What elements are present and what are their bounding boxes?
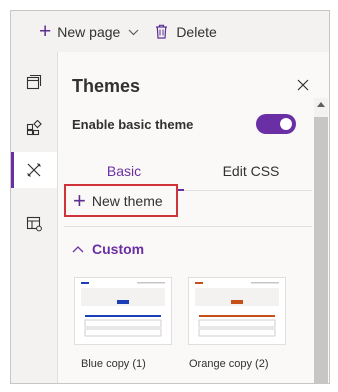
- tab-edit-css[interactable]: Edit CSS: [190, 152, 312, 190]
- plus-icon: +: [73, 187, 86, 213]
- left-rail: [11, 52, 58, 383]
- command-bar: + New page Delete: [11, 11, 329, 53]
- new-page-button[interactable]: + New page: [39, 11, 139, 52]
- custom-section-label: Custom: [92, 241, 145, 257]
- divider: [64, 226, 312, 227]
- theme-thumbnail: [75, 278, 171, 344]
- themes-panel: Themes Enable basic theme Basic Edit CSS…: [58, 52, 329, 383]
- scroll-up-arrow-icon[interactable]: [317, 102, 325, 107]
- theme-name-blue-copy: Blue copy (1): [81, 358, 146, 370]
- chevron-down-icon[interactable]: [128, 25, 139, 39]
- pages-icon: [26, 74, 42, 90]
- enable-basic-theme-toggle[interactable]: [256, 114, 296, 134]
- theme-name-orange-copy: Orange copy (2): [189, 358, 269, 370]
- rail-item-themes[interactable]: [11, 152, 57, 188]
- theme-card-orange-copy[interactable]: [188, 277, 286, 345]
- scrollbar-thumb[interactable]: [314, 117, 328, 383]
- new-theme-button[interactable]: + New theme: [64, 184, 178, 217]
- plus-icon: +: [39, 20, 52, 43]
- rail-item-components[interactable]: [11, 110, 57, 146]
- theme-card-blue-copy[interactable]: [74, 277, 172, 345]
- themes-icon: [27, 163, 41, 177]
- delete-label: Delete: [176, 23, 217, 40]
- toggle-knob: [280, 118, 292, 130]
- new-page-label: New page: [57, 23, 121, 40]
- templates-icon: [26, 216, 42, 232]
- delete-button[interactable]: Delete: [155, 11, 217, 52]
- rail-item-templates[interactable]: [11, 206, 57, 242]
- close-icon[interactable]: [295, 77, 311, 93]
- theme-thumbnail: [189, 278, 285, 344]
- chevron-up-icon: [72, 246, 84, 253]
- custom-section-header[interactable]: Custom: [72, 241, 144, 257]
- new-theme-label: New theme: [91, 192, 163, 209]
- vertical-scrollbar[interactable]: [314, 98, 328, 383]
- rail-item-pages[interactable]: [11, 64, 57, 100]
- themes-window: + New page Delete Themes Enable basic th…: [10, 10, 330, 384]
- components-icon: [26, 120, 42, 136]
- enable-basic-theme-label: Enable basic theme: [72, 117, 194, 132]
- trash-icon: [156, 24, 168, 39]
- panel-title: Themes: [72, 76, 141, 96]
